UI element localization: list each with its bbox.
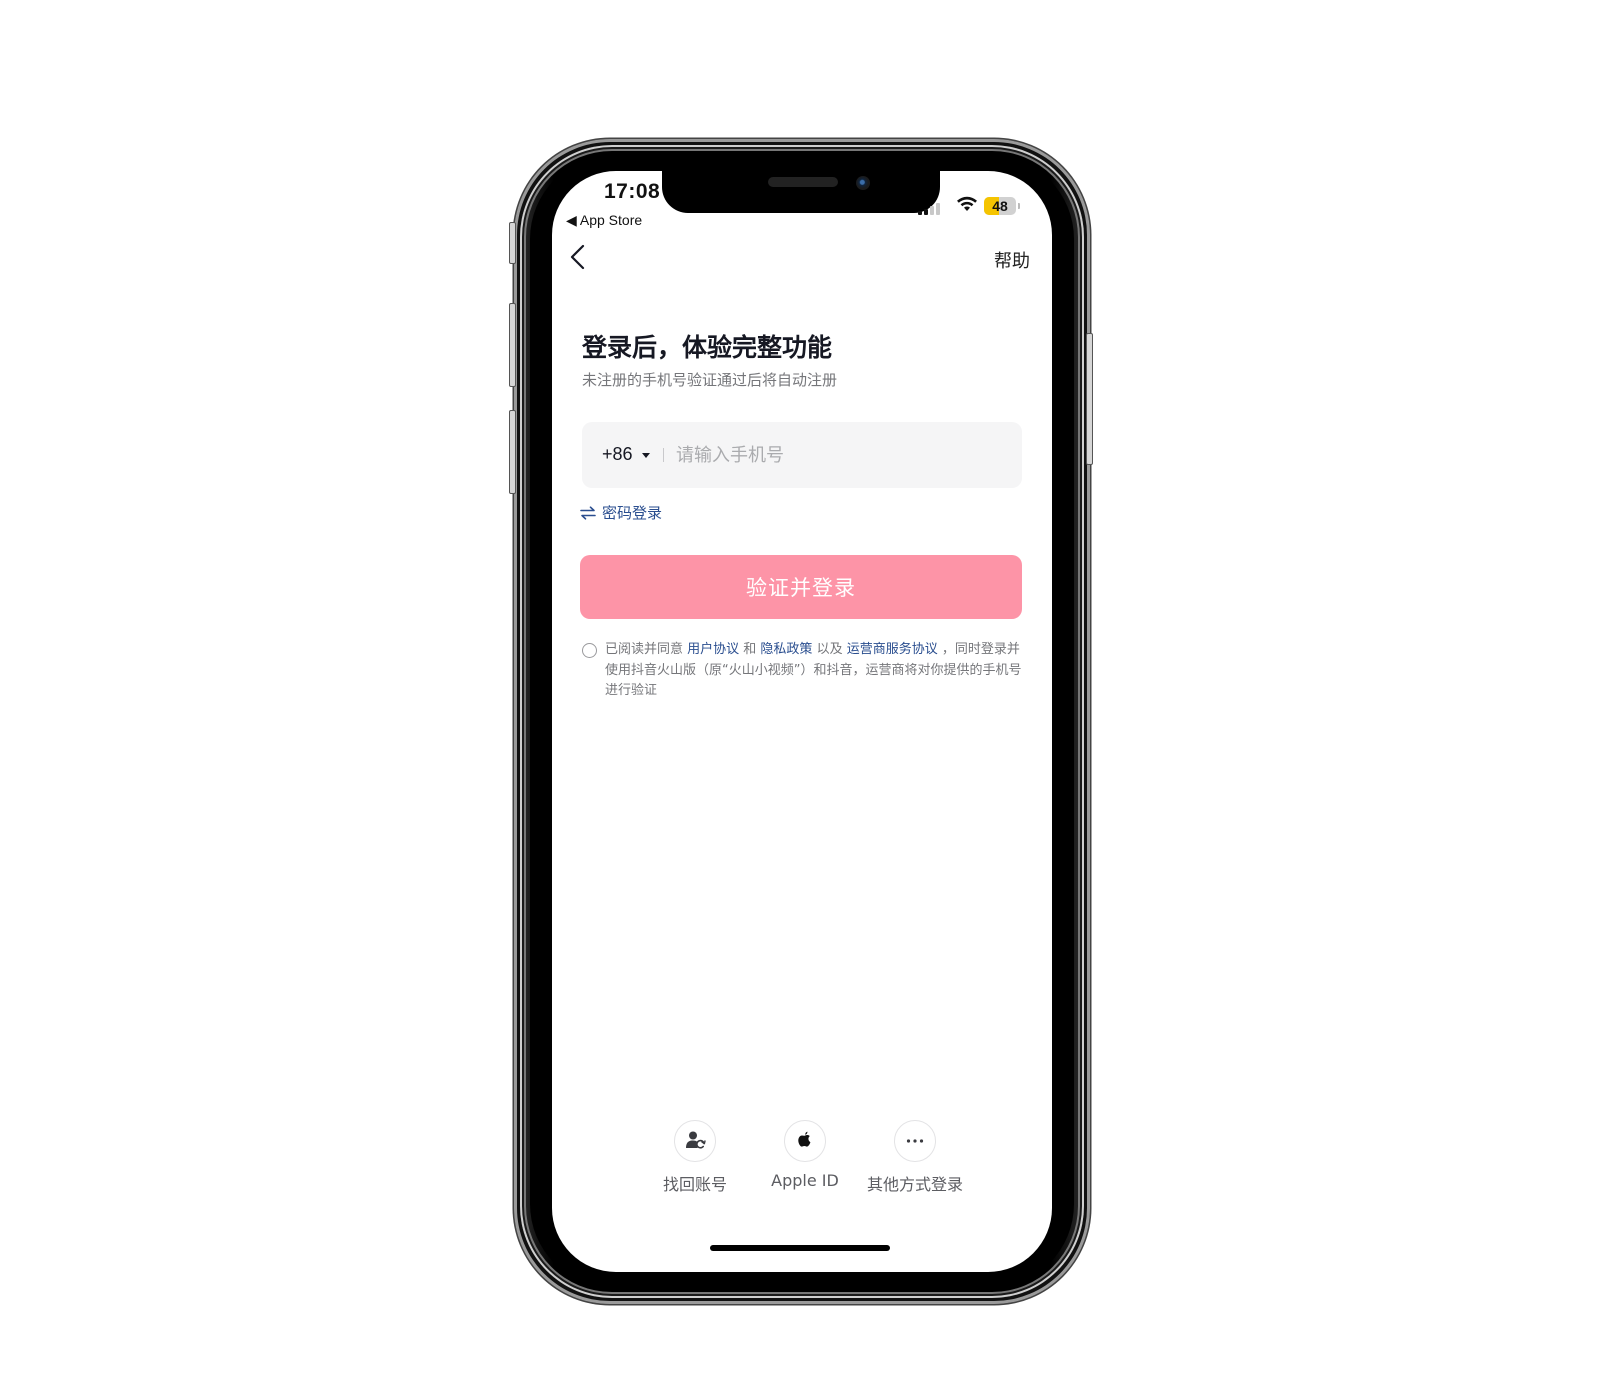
password-login-link[interactable]: 密码登录 [580, 502, 662, 523]
status-time: 17:08 [604, 180, 661, 203]
apple-icon [798, 1131, 811, 1147]
battery-level: 48 [992, 198, 1008, 214]
page-subtitle: 未注册的手机号验证通过后将自动注册 [582, 371, 838, 389]
phone-input-box: +86 [582, 422, 1022, 488]
password-login-label: 密码登录 [602, 504, 663, 522]
agreement-as-well: 以及 [812, 642, 847, 657]
verify-and-login-button[interactable]: 验证并登录 [580, 555, 1022, 619]
account-recover-icon [686, 1131, 706, 1149]
recover-account-button[interactable] [674, 1120, 716, 1162]
back-to-app-store[interactable]: ◀ App Store [566, 212, 642, 229]
caret-down-icon[interactable] [642, 453, 650, 458]
signal-bars-icon [918, 201, 944, 215]
page-title: 登录后，体验完整功能 [582, 333, 833, 362]
user-agreement-link[interactable]: 用户协议 [687, 642, 739, 657]
speaker-grille [768, 177, 838, 187]
apple-id-button[interactable] [784, 1120, 826, 1162]
carrier-agreement-link[interactable]: 运营商服务协议 [847, 642, 938, 657]
apple-id-label: Apple ID [771, 1171, 839, 1190]
agreement-and: 和 [739, 642, 761, 657]
volume-up-button [509, 303, 516, 387]
input-divider [663, 448, 664, 462]
privacy-policy-link[interactable]: 隐私政策 [760, 642, 812, 657]
silent-switch [509, 222, 516, 264]
agreement-section: 已阅读并同意 用户协议 和 隐私政策 以及 运营商服务协议 ，同时登录并使用抖音… [582, 640, 1022, 702]
power-button [1086, 333, 1093, 465]
apple-id-option[interactable]: Apple ID [755, 1120, 855, 1190]
notch [662, 166, 940, 213]
swap-arrows-icon [580, 505, 596, 520]
help-button[interactable]: 帮助 [994, 247, 1030, 273]
home-indicator[interactable] [710, 1245, 890, 1251]
other-login-option[interactable]: 其他方式登录 [865, 1120, 965, 1195]
volume-down-button [509, 410, 516, 494]
wifi-icon [956, 196, 978, 216]
agreement-prefix: 已阅读并同意 [605, 642, 688, 657]
more-dots-icon [906, 1139, 924, 1143]
phone-number-input[interactable] [676, 434, 1006, 476]
battery-cap [1018, 203, 1020, 209]
front-camera [856, 176, 870, 190]
chevron-left-icon [570, 244, 585, 270]
battery-indicator: 48 [984, 197, 1016, 215]
back-button[interactable] [568, 244, 590, 270]
recover-account-label: 找回账号 [662, 1175, 727, 1194]
country-code-selector[interactable]: +86 [602, 444, 633, 465]
other-login-button[interactable] [894, 1120, 936, 1162]
agreement-checkbox[interactable] [582, 643, 597, 658]
other-login-label: 其他方式登录 [866, 1175, 963, 1194]
recover-account-option[interactable]: 找回账号 [645, 1120, 745, 1195]
agreement-text: 已阅读并同意 用户协议 和 隐私政策 以及 运营商服务协议 ，同时登录并使用抖音… [582, 640, 1022, 702]
